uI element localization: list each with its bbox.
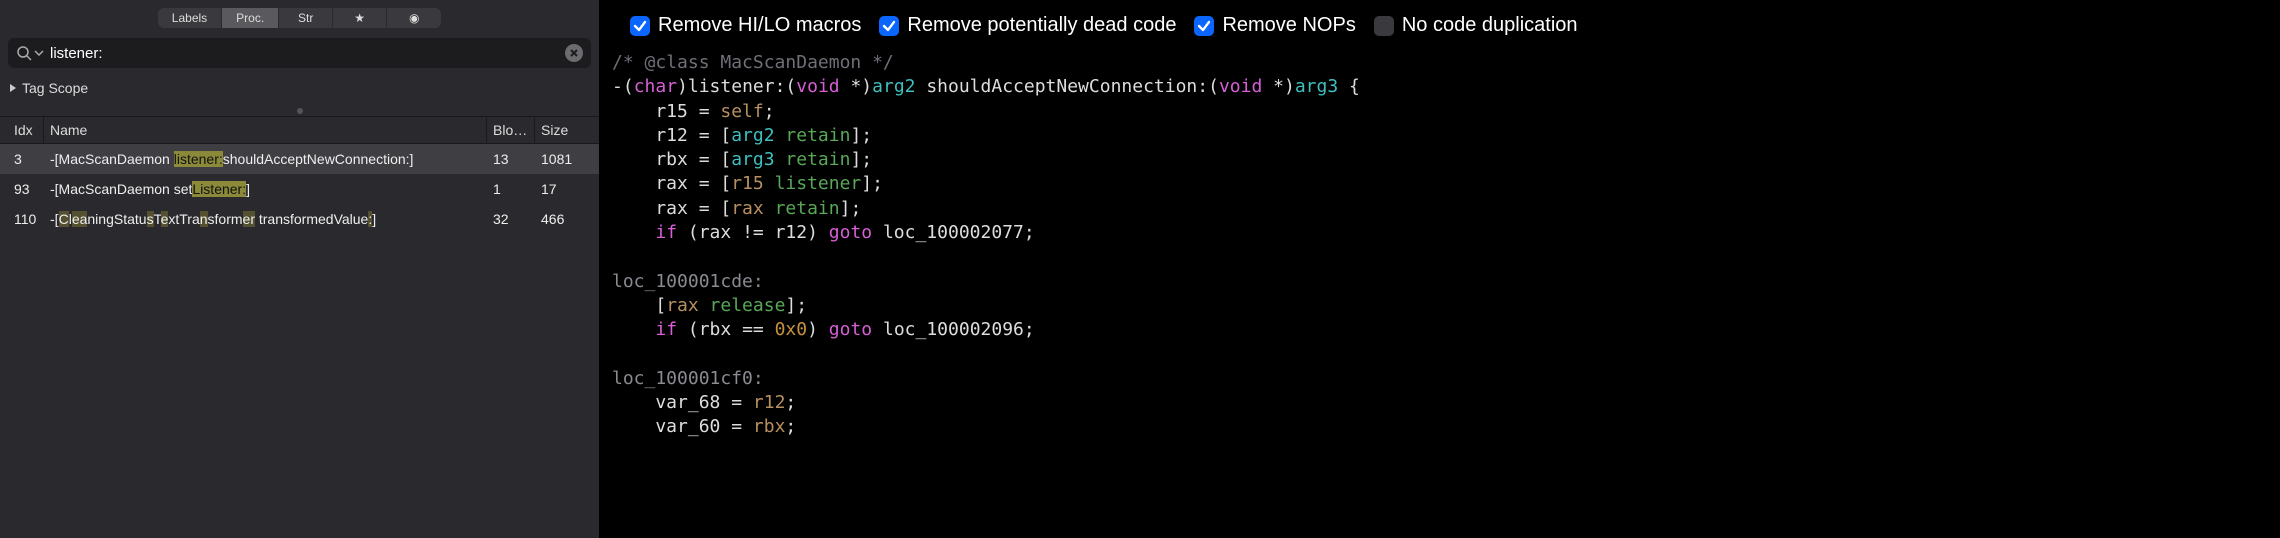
option-checkbox[interactable]: Remove potentially dead code: [879, 14, 1176, 37]
option-checkbox[interactable]: Remove NOPs: [1194, 14, 1355, 37]
col-blocks[interactable]: Blo…: [487, 117, 535, 143]
tab-favorites[interactable]: ★: [333, 8, 387, 28]
close-icon: [569, 48, 579, 58]
dot-icon: ◉: [409, 11, 419, 25]
tab-labels[interactable]: Labels: [158, 8, 222, 28]
tab-dot[interactable]: ◉: [387, 8, 441, 28]
tag-scope-toggle[interactable]: Tag Scope: [0, 74, 599, 102]
search-input[interactable]: [44, 45, 565, 62]
checkbox-checked-icon: [879, 16, 899, 36]
tab-proc[interactable]: Proc.: [222, 8, 279, 28]
table-row[interactable]: 93-[MacScanDaemon setListener:]117: [0, 174, 599, 204]
right-panel: Remove HI/LO macros Remove potentially de…: [600, 0, 2280, 538]
table-row[interactable]: 3-[MacScanDaemon listener:shouldAcceptNe…: [0, 144, 599, 174]
tab-str[interactable]: Str: [279, 8, 333, 28]
cell-name: -[MacScanDaemon listener:shouldAcceptNew…: [44, 151, 487, 167]
checkbox-unchecked-icon: [1374, 16, 1394, 36]
cell-blocks: 1: [487, 181, 535, 197]
option-checkbox[interactable]: Remove HI/LO macros: [630, 14, 861, 37]
segmented-tabs-container: Labels Proc. Str ★ ◉: [0, 0, 599, 34]
decompiled-code[interactable]: /* @class MacScanDaemon */-(char)listene…: [600, 51, 2280, 452]
cell-name: -[CleaningStatusTextTransformer transfor…: [44, 211, 487, 227]
left-panel: Labels Proc. Str ★ ◉ Tag Scope I: [0, 0, 600, 538]
cell-name: -[MacScanDaemon setListener:]: [44, 181, 487, 197]
option-label: Remove potentially dead code: [907, 14, 1176, 37]
decompiler-options: Remove HI/LO macros Remove potentially de…: [600, 0, 2280, 51]
table-row[interactable]: 110-[CleaningStatusTextTransformer trans…: [0, 204, 599, 234]
table-header: Idx Name Blo… Size: [0, 116, 599, 144]
search-row: [0, 34, 599, 74]
checkbox-checked-icon: [1194, 16, 1214, 36]
cell-blocks: 32: [487, 211, 535, 227]
cell-blocks: 13: [487, 151, 535, 167]
tag-scope-label: Tag Scope: [22, 80, 88, 96]
cell-idx: 3: [8, 151, 44, 167]
drag-handle[interactable]: [0, 102, 599, 116]
checkbox-checked-icon: [630, 16, 650, 36]
option-label: Remove HI/LO macros: [658, 14, 861, 37]
procedures-table: Idx Name Blo… Size 3-[MacScanDaemon list…: [0, 116, 599, 538]
col-name[interactable]: Name: [44, 117, 487, 143]
drag-dot-icon: [297, 108, 303, 114]
cell-size: 17: [535, 181, 591, 197]
chevron-down-icon[interactable]: [34, 48, 44, 58]
table-body: 3-[MacScanDaemon listener:shouldAcceptNe…: [0, 144, 599, 234]
option-label: Remove NOPs: [1222, 14, 1355, 37]
option-label: No code duplication: [1402, 14, 1578, 37]
cell-size: 1081: [535, 151, 591, 167]
search-field[interactable]: [8, 38, 591, 68]
col-size[interactable]: Size: [535, 117, 591, 143]
cell-idx: 110: [8, 211, 44, 227]
clear-search-button[interactable]: [565, 44, 583, 62]
col-idx[interactable]: Idx: [8, 117, 44, 143]
segmented-tabs: Labels Proc. Str ★ ◉: [158, 8, 441, 28]
triangle-right-icon: [8, 83, 18, 93]
cell-idx: 93: [8, 181, 44, 197]
option-checkbox[interactable]: No code duplication: [1374, 14, 1578, 37]
cell-size: 466: [535, 211, 591, 227]
star-icon: ★: [354, 11, 365, 25]
search-icon: [16, 45, 32, 61]
